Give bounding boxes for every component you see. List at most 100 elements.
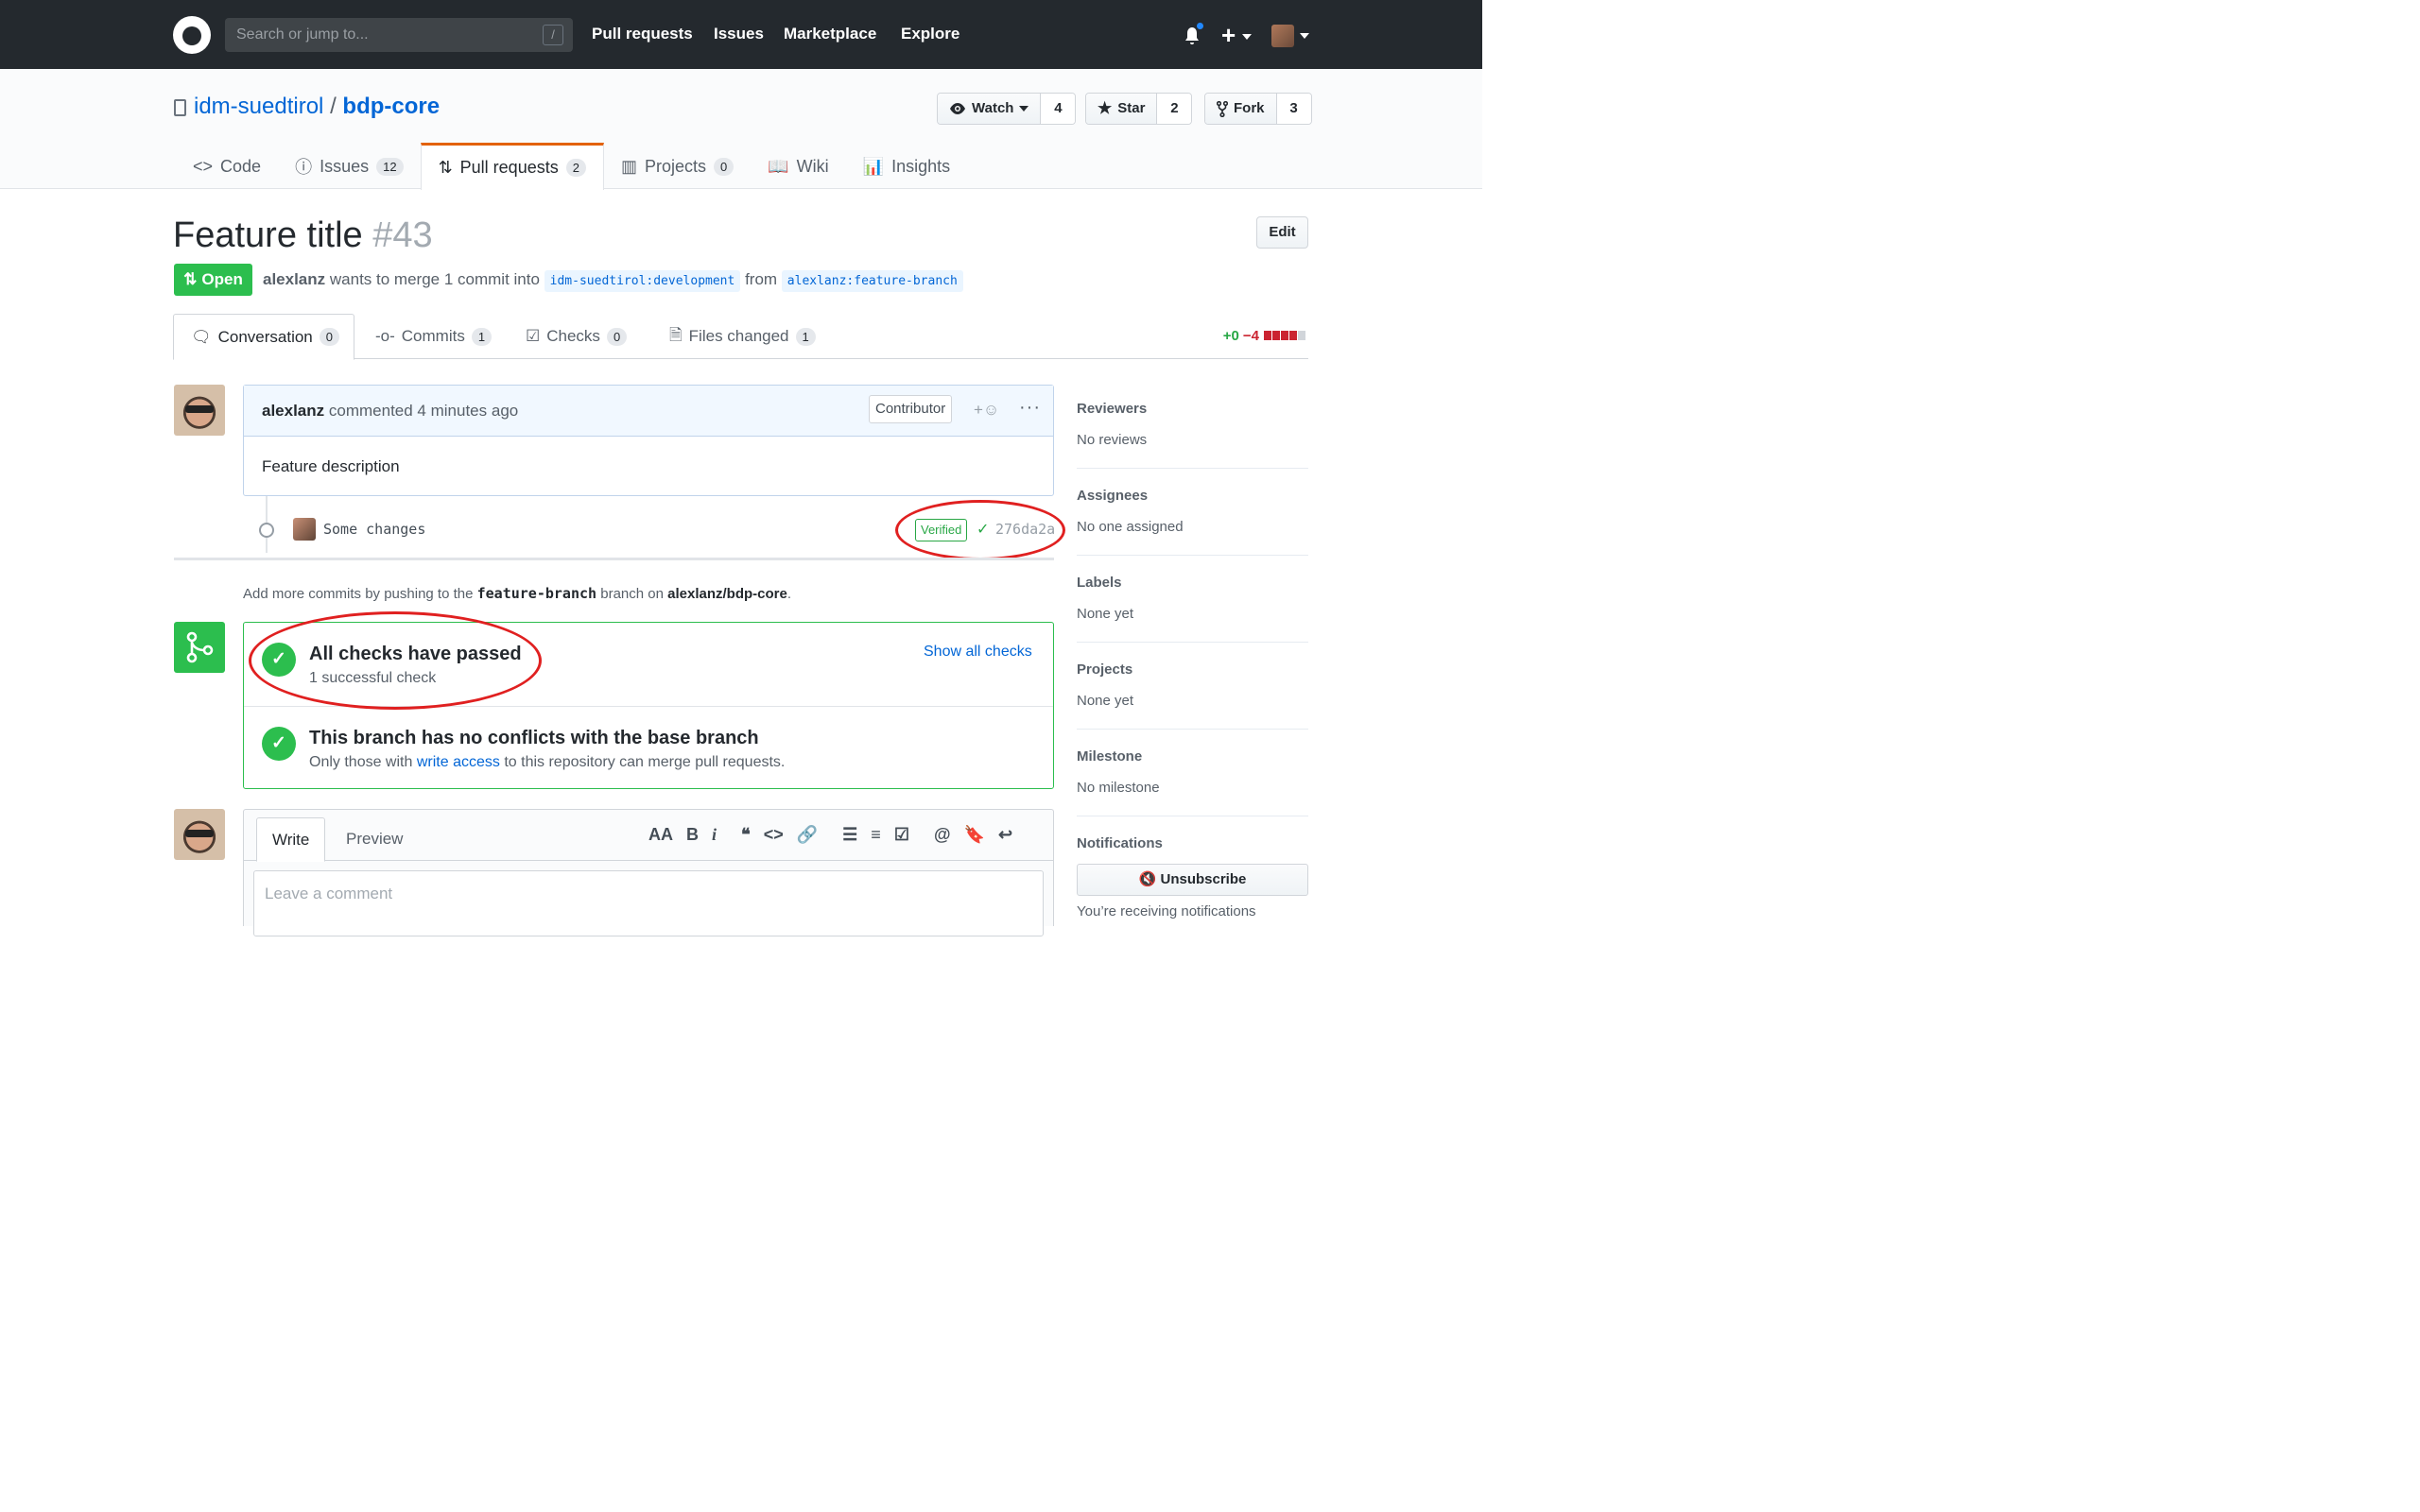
pr-author-link[interactable]: alexlanz <box>263 270 325 288</box>
pr-state-badge: ⇅ Open <box>174 264 252 296</box>
tab-issues[interactable]: ⓘ Issues 12 <box>278 143 421 190</box>
comment-author-link[interactable]: alexlanz <box>262 402 324 421</box>
quote-icon[interactable]: ❝ <box>741 825 751 845</box>
create-new-button[interactable]: + <box>1221 21 1253 50</box>
tab-label: Conversation <box>217 327 313 346</box>
unsubscribe-label: Unsubscribe <box>1160 871 1247 887</box>
fork-button[interactable]: Fork <box>1205 94 1277 124</box>
task-list-icon[interactable]: ☑ <box>894 825 909 845</box>
head-branch-ref[interactable]: alexlanz:feature-branch <box>781 270 963 292</box>
pr-comment: alexlanz commented 4 minutes ago Contrib… <box>243 385 1054 496</box>
notification-reason: You’re receiving notifications <box>1077 903 1256 919</box>
tab-projects[interactable]: ▥ Projects 0 <box>604 143 751 190</box>
graph-icon: 📊 <box>862 156 885 176</box>
conflicts-title: This branch has no conflicts with the ba… <box>309 728 759 748</box>
tab-label: Wiki <box>796 156 829 176</box>
sidebar-value: No milestone <box>1077 780 1160 796</box>
star-button[interactable]: ★ Star <box>1086 94 1158 124</box>
ordered-list-icon[interactable]: ≡ <box>871 825 881 845</box>
comment-textarea[interactable]: Leave a comment <box>253 870 1044 936</box>
reply-icon[interactable]: ↩ <box>998 825 1012 845</box>
write-access-link[interactable]: write access <box>417 754 500 770</box>
git-commit-icon <box>259 523 274 538</box>
sidebar-labels[interactable]: Labels None yet <box>1077 575 1308 643</box>
tab-insights[interactable]: 📊 Insights <box>846 143 967 190</box>
sidebar-heading: Labels <box>1077 575 1122 591</box>
nav-marketplace[interactable]: Marketplace <box>784 25 876 43</box>
watch-label: Watch <box>972 100 1014 116</box>
user-avatar[interactable] <box>1271 25 1294 47</box>
tab-pull-requests[interactable]: ⇅ Pull requests 2 <box>420 143 604 190</box>
sidebar-reviewers[interactable]: Reviewers No reviews <box>1077 401 1308 469</box>
git-commit-icon: -o- <box>375 327 395 345</box>
tab-checks[interactable]: ☑ Checks 0 <box>526 314 628 359</box>
edit-button[interactable]: Edit <box>1256 216 1308 249</box>
chevron-down-icon <box>1242 34 1253 41</box>
nav-issues[interactable]: Issues <box>714 25 764 43</box>
unsubscribe-button[interactable]: 🔇 Unsubscribe <box>1077 864 1308 896</box>
comment-timestamp[interactable]: commented 4 minutes ago <box>329 402 518 421</box>
show-all-checks-link[interactable]: Show all checks <box>924 644 1032 661</box>
kebab-menu-icon[interactable]: ··· <box>1019 397 1041 419</box>
bold-icon[interactable]: B <box>686 825 699 845</box>
nav-pull-requests[interactable]: Pull requests <box>592 25 693 43</box>
tab-wiki[interactable]: 📖 Wiki <box>751 143 845 190</box>
tab-label: Commits <box>401 327 465 345</box>
heading-icon[interactable]: AA <box>648 825 673 845</box>
commit-message-link[interactable]: Some changes <box>323 521 425 538</box>
github-logo-icon[interactable] <box>173 16 211 54</box>
base-branch-ref[interactable]: idm-suedtirol:development <box>544 270 741 292</box>
sidebar-notifications: Notifications <box>1077 835 1308 851</box>
mention-icon[interactable]: @ <box>934 825 951 845</box>
push-note-middle: branch on <box>600 586 664 602</box>
fork-count[interactable]: 3 <box>1276 94 1311 124</box>
commit-author-avatar[interactable] <box>293 518 316 541</box>
pr-meta: alexlanz wants to merge 1 commit into id… <box>263 270 963 292</box>
pr-from-text: from <box>745 270 778 288</box>
conflicts-prefix: Only those with <box>309 754 413 770</box>
sidebar-projects[interactable]: Projects None yet <box>1077 662 1308 730</box>
watch-button-group: Watch 4 <box>937 93 1077 125</box>
repo-name-link[interactable]: bdp-core <box>342 94 440 119</box>
repo-icon <box>174 99 186 116</box>
diffstat-bar <box>1263 328 1305 344</box>
comment-header: alexlanz commented 4 minutes ago Contrib… <box>244 386 1053 437</box>
link-icon[interactable]: 🔗 <box>797 825 818 845</box>
conflicts-suffix: to this repository can merge pull reques… <box>504 754 786 770</box>
tab-conversation[interactable]: 🗨 Conversation 0 <box>173 314 354 360</box>
italic-icon[interactable]: i <box>712 825 717 845</box>
add-reaction-icon[interactable]: +☺ <box>974 401 999 420</box>
pr-merge-text: wants to merge 1 commit into <box>329 270 540 288</box>
nav-explore[interactable]: Explore <box>901 25 959 43</box>
tab-commits[interactable]: -o- Commits 1 <box>375 314 493 359</box>
watch-count[interactable]: 4 <box>1041 94 1076 124</box>
current-user-avatar[interactable] <box>174 809 225 860</box>
code-icon[interactable]: <> <box>764 825 784 845</box>
search-placeholder: Search or jump to... <box>236 26 369 43</box>
tab-code[interactable]: <> Code <box>176 143 278 190</box>
tab-files-changed[interactable]: 🗎 Files changed 1 <box>669 314 816 359</box>
tab-label: Checks <box>546 327 600 345</box>
unread-indicator-icon <box>1195 21 1205 31</box>
annotation-ellipse-sha <box>895 500 1065 560</box>
notifications-bell-icon[interactable] <box>1184 21 1205 44</box>
sidebar-milestone[interactable]: Milestone No milestone <box>1077 748 1308 816</box>
commenter-avatar[interactable] <box>174 385 225 436</box>
search-input[interactable]: Search or jump to... / <box>225 18 573 52</box>
star-count[interactable]: 2 <box>1157 94 1192 124</box>
pr-number: #43 <box>372 215 433 255</box>
watch-button[interactable]: Watch <box>938 94 1042 124</box>
markdown-toolbar: AA B i ❝ <> 🔗 ☰ ≡ ☑ @ 🔖 ↩ <box>648 825 1012 845</box>
sidebar-assignees[interactable]: Assignees No one assigned <box>1077 488 1308 556</box>
chevron-down-icon[interactable] <box>1300 33 1309 39</box>
fork-button-group: Fork 3 <box>1204 93 1312 125</box>
push-note-suffix: . <box>786 586 791 602</box>
preview-tab[interactable]: Preview <box>331 817 418 861</box>
star-button-group: ★ Star 2 <box>1085 93 1193 125</box>
conflicts-subtitle: Only those with write access to this rep… <box>309 754 785 771</box>
unordered-list-icon[interactable]: ☰ <box>842 825 857 845</box>
saved-reply-icon[interactable]: 🔖 <box>964 825 985 845</box>
tab-label: Files changed <box>688 327 789 345</box>
write-tab[interactable]: Write <box>256 817 326 862</box>
repo-owner-link[interactable]: idm-suedtirol <box>194 94 323 119</box>
